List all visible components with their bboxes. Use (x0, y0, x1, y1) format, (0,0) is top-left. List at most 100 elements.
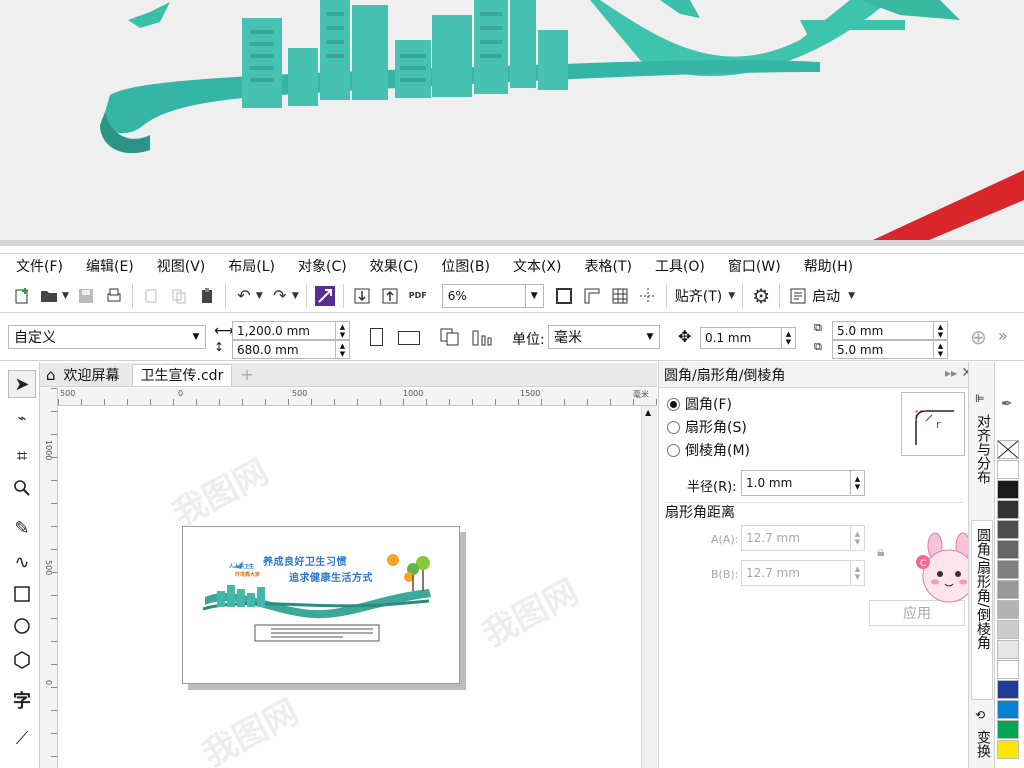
freehand-tool-icon[interactable]: ✎ (8, 514, 36, 542)
duplicate-x-stepper[interactable]: ▲ ▼ (933, 322, 947, 339)
open-folder-icon[interactable] (36, 283, 64, 309)
portrait-orientation-icon[interactable] (370, 328, 383, 346)
color-swatch[interactable] (997, 540, 1019, 559)
vertical-scrollbar[interactable]: ▲ (641, 406, 657, 768)
option-chamfer[interactable]: 倒棱角(M) (667, 440, 750, 460)
tab-welcome-screen[interactable]: 欢迎屏幕 (56, 364, 128, 386)
rectangle-tool-icon[interactable] (8, 580, 36, 608)
new-tab-icon[interactable]: + (240, 365, 253, 384)
tab-fillet-scallop-chamfer[interactable]: 圆角/扇形角/倒棱角 (973, 528, 993, 649)
lock-icon[interactable]: 🔒︎ (877, 544, 884, 560)
menu-table[interactable]: 表格(T) (584, 256, 631, 276)
import-icon[interactable] (348, 283, 376, 309)
option-scallop[interactable]: 扇形角(S) (667, 417, 747, 437)
current-page-size-icon[interactable] (472, 328, 494, 346)
distance-a-stepper[interactable]: ▲ ▼ (850, 526, 864, 550)
color-swatch[interactable] (997, 520, 1019, 539)
menu-view[interactable]: 视图(V) (157, 256, 206, 276)
tab-document[interactable]: 卫生宣传.cdr (131, 363, 233, 386)
gear-icon[interactable]: ⚙ (747, 283, 775, 309)
search-content-icon[interactable] (311, 283, 339, 309)
launcher-dropdown-icon[interactable]: ▼ (848, 291, 855, 301)
menu-effects[interactable]: 效果(C) (370, 256, 419, 276)
menu-edit[interactable]: 编辑(E) (86, 256, 134, 276)
scroll-up-icon[interactable]: ▲ (645, 408, 651, 417)
color-swatch[interactable] (997, 680, 1019, 699)
zoom-level-select[interactable]: 6% ▼ (441, 283, 544, 308)
page-height-field[interactable]: 680.0 mm ▲ ▼ (232, 340, 350, 359)
parallel-dimension-tool-icon[interactable]: ⟋ (8, 724, 36, 752)
drawing-canvas[interactable]: 人人讲卫生 环境靠大家 养成良好卫生习惯 追求健康生活方式 我图网 我图网 我图… (58, 406, 641, 768)
option-fillet[interactable]: 圆角(F) (667, 394, 732, 414)
page-size-preset-select[interactable]: 自定义 ▼ (8, 325, 206, 349)
full-screen-icon[interactable] (550, 283, 578, 309)
vertical-ruler[interactable]: 1000 500 0 (40, 388, 58, 768)
home-icon[interactable]: ⌂ (46, 366, 56, 384)
duplicate-y-field[interactable]: 5.0 mm ▲ ▼ (832, 340, 948, 359)
page-width-stepper[interactable]: ▲ ▼ (335, 322, 349, 339)
cut-icon[interactable] (137, 283, 165, 309)
show-guidelines-icon[interactable] (634, 283, 662, 309)
tab-transform[interactable]: 变换 (973, 730, 993, 758)
landscape-orientation-icon[interactable] (398, 331, 420, 345)
color-swatch[interactable] (997, 660, 1019, 679)
color-swatch[interactable] (997, 640, 1019, 659)
snap-to-button[interactable]: 贴齐(T) (675, 286, 722, 306)
launcher-button[interactable]: 启动 (812, 286, 840, 306)
undo-icon[interactable]: ↶ (230, 283, 258, 309)
shape-tool-icon[interactable]: ⌁ (8, 404, 36, 432)
new-document-icon[interactable] (8, 283, 36, 309)
color-swatch[interactable] (997, 580, 1019, 599)
menu-text[interactable]: 文本(X) (513, 256, 562, 276)
radio-scallop[interactable] (667, 420, 680, 434)
menu-window[interactable]: 窗口(W) (728, 256, 781, 276)
crop-tool-icon[interactable]: ⌗ (8, 442, 36, 470)
color-swatch[interactable] (997, 560, 1019, 579)
open-dropdown-icon[interactable]: ▼ (62, 291, 69, 301)
save-icon[interactable] (72, 283, 100, 309)
undo-dropdown-icon[interactable]: ▼ (256, 291, 263, 301)
eyedropper-icon[interactable]: ✒ (1001, 396, 1013, 412)
snap-dropdown-icon[interactable]: ▼ (728, 291, 735, 301)
radius-field[interactable]: 1.0 mm ▲ ▼ (741, 470, 865, 496)
show-grid-icon[interactable] (606, 283, 634, 309)
document-page[interactable]: 人人讲卫生 环境靠大家 养成良好卫生习惯 追求健康生活方式 (182, 526, 460, 684)
page-height-stepper[interactable]: ▲ ▼ (335, 341, 349, 358)
horizontal-ruler[interactable]: 500 0 500 1000 1500 毫米 (58, 388, 657, 406)
radio-chamfer[interactable] (667, 443, 680, 457)
color-swatch[interactable] (997, 620, 1019, 639)
all-pages-size-icon[interactable] (440, 328, 460, 346)
menu-file[interactable]: 文件(F) (16, 256, 63, 276)
color-swatch[interactable] (997, 720, 1019, 739)
nudge-stepper[interactable]: ▲ ▼ (781, 328, 795, 348)
units-select[interactable]: 毫米 ▼ (548, 325, 660, 349)
ellipse-tool-icon[interactable] (8, 612, 36, 640)
color-swatch[interactable] (997, 480, 1019, 499)
color-swatch[interactable] (997, 460, 1019, 479)
redo-dropdown-icon[interactable]: ▼ (292, 291, 299, 301)
nudge-distance-field[interactable]: 0.1 mm ▲ ▼ (700, 327, 796, 349)
overflow-chevron-icon[interactable]: » (998, 326, 1008, 345)
duplicate-y-stepper[interactable]: ▲ ▼ (933, 341, 947, 358)
distance-a-field[interactable]: 12.7 mm ▲ ▼ (741, 525, 865, 551)
distance-b-stepper[interactable]: ▲ ▼ (850, 561, 864, 585)
copy-icon[interactable] (165, 283, 193, 309)
artistic-media-tool-icon[interactable]: ∿ (8, 548, 36, 576)
color-swatch[interactable] (997, 740, 1019, 759)
page-width-field[interactable]: 1,200.0 mm ▲ ▼ (232, 321, 350, 340)
zoom-tool-icon[interactable] (8, 474, 36, 502)
text-tool-icon[interactable]: 字 (8, 686, 36, 714)
export-icon[interactable] (376, 283, 404, 309)
add-icon[interactable]: ⊕ (970, 325, 987, 349)
menu-help[interactable]: 帮助(H) (804, 256, 853, 276)
tab-align-distribute[interactable]: 对齐与分布 (973, 414, 993, 484)
polygon-tool-icon[interactable] (8, 646, 36, 674)
color-swatch[interactable] (997, 700, 1019, 719)
color-swatch[interactable] (997, 500, 1019, 519)
duplicate-x-field[interactable]: 5.0 mm ▲ ▼ (832, 321, 948, 340)
docker-collapse-icon[interactable]: ▸▸ (945, 366, 957, 380)
color-swatch[interactable] (997, 600, 1019, 619)
menu-tools[interactable]: 工具(O) (655, 256, 705, 276)
print-icon[interactable] (100, 283, 128, 309)
radius-stepper[interactable]: ▲ ▼ (850, 471, 864, 495)
